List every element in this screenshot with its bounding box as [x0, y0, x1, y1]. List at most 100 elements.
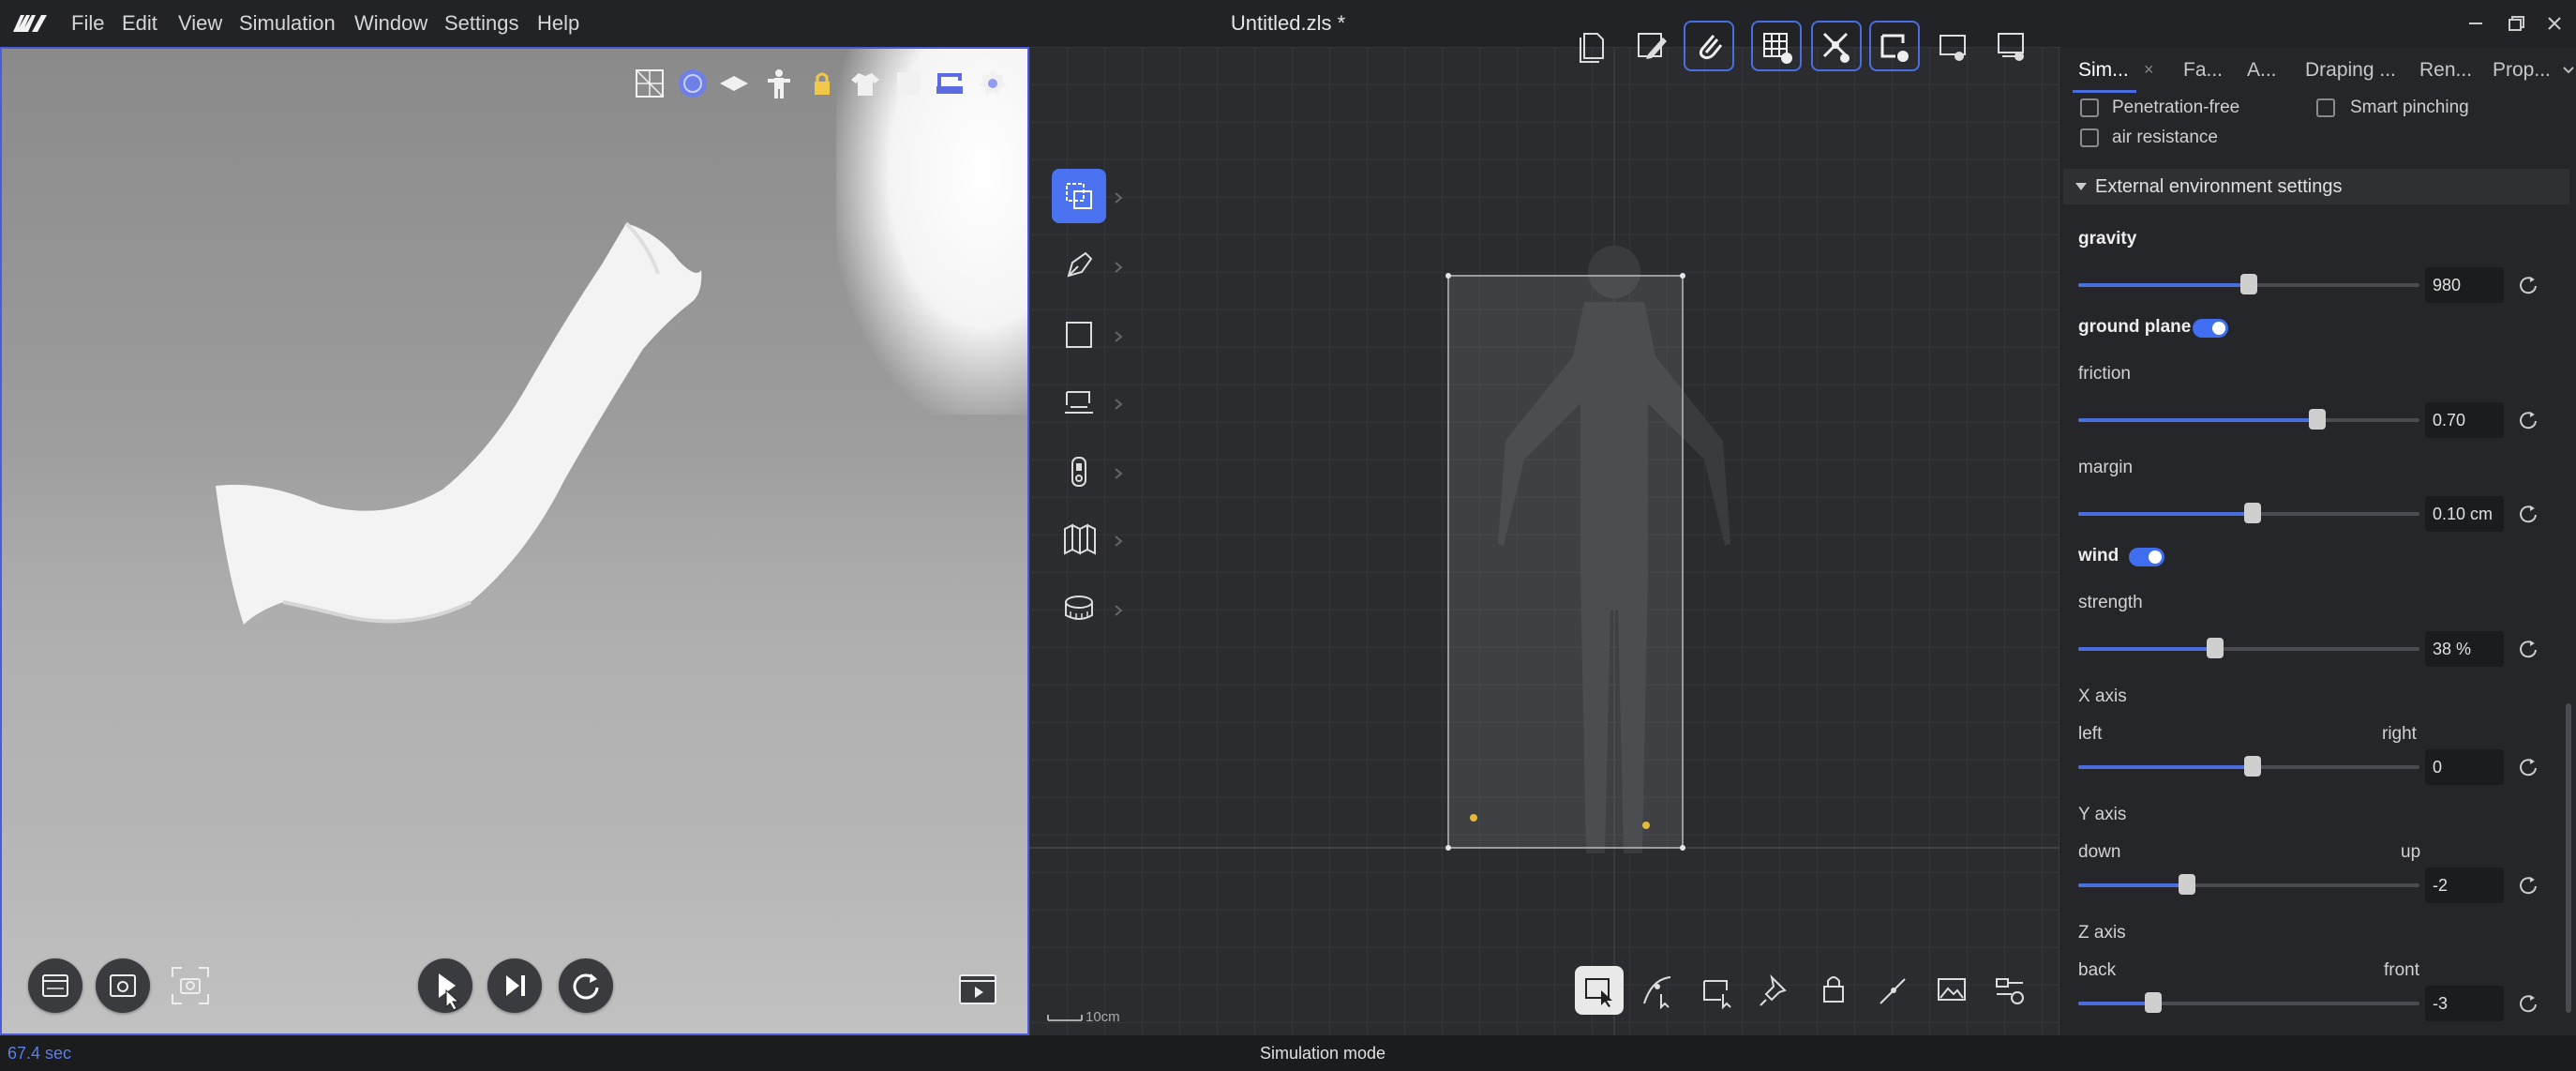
sewing-icon[interactable] [1052, 375, 1106, 430]
pattern-piece [1447, 275, 1684, 849]
app-logo-icon [11, 11, 49, 36]
maximize-icon[interactable] [2505, 11, 2529, 36]
z-axis-label: Z axis [2078, 923, 2126, 943]
sphere-icon[interactable] [677, 68, 709, 99]
reset-icon[interactable] [2517, 503, 2539, 525]
reset-icon[interactable] [2517, 274, 2539, 296]
y-axis-left-label: down [2078, 842, 2121, 862]
tab-simulation[interactable]: Sim... [2078, 47, 2129, 94]
reset-icon[interactable] [2517, 874, 2539, 897]
sewing-machine-icon[interactable] [934, 68, 966, 99]
grid-view-icon[interactable] [1751, 21, 1802, 71]
reset-icon[interactable] [2517, 638, 2539, 660]
edit-pattern-icon[interactable] [1625, 21, 1676, 71]
y-axis-slider[interactable] [2078, 874, 2419, 895]
avatar-icon[interactable] [763, 68, 795, 99]
3d-viewport[interactable] [0, 47, 1029, 1035]
menu-help[interactable]: Help [537, 0, 579, 47]
menu-edit[interactable]: Edit [122, 0, 157, 47]
scale-label: 10cm [1086, 1009, 1120, 1025]
close-icon[interactable] [2542, 11, 2567, 36]
smart-pinching-checkbox[interactable] [2316, 98, 2335, 117]
x-axis-slider[interactable] [2078, 756, 2419, 777]
y-axis-value[interactable]: -2 [2425, 867, 2504, 903]
lock-pattern-icon[interactable] [1811, 966, 1860, 1015]
zipper-icon[interactable] [1052, 445, 1106, 499]
play-button[interactable] [418, 958, 472, 1013]
strength-value[interactable]: 38 % [2425, 631, 2504, 667]
page-icon[interactable] [1567, 21, 1618, 71]
tab-overflow-icon[interactable] [2562, 64, 2575, 77]
select-icon[interactable] [1575, 966, 1624, 1015]
mesh-icon[interactable] [634, 68, 666, 99]
measure-icon[interactable] [1052, 581, 1106, 636]
tab-close-icon[interactable]: × [2144, 60, 2154, 80]
sew-icon[interactable] [1693, 966, 1742, 1015]
chevron-right-icon [1114, 467, 1123, 480]
z-axis-slider[interactable] [2078, 992, 2419, 1013]
garment-icon[interactable] [849, 68, 881, 99]
section-header[interactable]: External environment settings [2063, 169, 2569, 204]
rectangle-icon[interactable] [1052, 308, 1106, 362]
line-icon[interactable] [1869, 966, 1918, 1015]
property-panel: Sim... × Fa... A... Draping ... Ren... P… [2059, 47, 2576, 1035]
menu-simulation[interactable]: Simulation [239, 0, 336, 47]
x-axis-label: X axis [2078, 686, 2127, 706]
panel-scrollbar[interactable] [2566, 703, 2571, 1013]
sewing-view-icon[interactable] [1869, 21, 1920, 71]
simulated-cloth[interactable] [2, 49, 1027, 1033]
margin-slider[interactable] [2078, 503, 2419, 523]
reset-icon[interactable] [2517, 992, 2539, 1015]
menu-file[interactable]: File [71, 0, 104, 47]
video-icon[interactable] [952, 962, 1007, 1017]
lock-icon[interactable] [806, 68, 838, 99]
attach-icon[interactable] [1684, 21, 1734, 71]
layer-icon[interactable] [718, 68, 750, 99]
tab-properties[interactable]: Prop... [2493, 47, 2551, 94]
avatar-view-icon[interactable] [1985, 21, 2036, 71]
pattern-view-icon[interactable] [1927, 21, 1978, 71]
tab-fabric[interactable]: Fa... [2183, 47, 2223, 94]
fold-icon[interactable] [1052, 512, 1106, 566]
gravity-slider[interactable] [2078, 274, 2419, 294]
reset-icon[interactable] [559, 958, 613, 1013]
screenshot-icon[interactable] [163, 958, 217, 1013]
wind-toggle[interactable] [2129, 548, 2164, 566]
penetration-free-checkbox[interactable] [2080, 98, 2099, 117]
friction-value[interactable]: 0.70 [2425, 402, 2504, 438]
ground-plane-toggle[interactable] [2193, 319, 2228, 338]
tab-render[interactable]: Ren... [2419, 47, 2472, 94]
reset-icon[interactable] [2517, 756, 2539, 778]
minimize-icon[interactable] [2464, 11, 2488, 36]
tab-avatar[interactable]: A... [2247, 47, 2277, 94]
reset-icon[interactable] [2517, 409, 2539, 431]
menu-window[interactable]: Window [354, 0, 427, 47]
needle-view-icon[interactable] [1811, 21, 1862, 71]
curve-icon[interactable] [1633, 966, 1682, 1015]
render-icon[interactable] [28, 958, 82, 1013]
image-icon[interactable] [1927, 966, 1976, 1015]
gravity-value[interactable]: 980 [2425, 267, 2504, 303]
margin-value[interactable]: 0.10 cm [2425, 496, 2504, 532]
strength-slider[interactable] [2078, 638, 2419, 658]
menu-view[interactable]: View [178, 0, 222, 47]
transform-icon[interactable] [1052, 169, 1106, 223]
box-icon[interactable] [892, 68, 924, 99]
z-axis-value[interactable]: -3 [2425, 986, 2504, 1021]
pen-icon[interactable] [1052, 238, 1106, 293]
tab-draping[interactable]: Draping ... [2305, 47, 2396, 94]
2d-pattern-window[interactable] [1029, 47, 2059, 1035]
step-icon[interactable] [487, 958, 542, 1013]
pin-icon[interactable] [1751, 966, 1800, 1015]
friction-slider[interactable] [2078, 409, 2419, 430]
badge-icon[interactable] [977, 68, 1009, 99]
x-axis-value[interactable]: 0 [2425, 749, 2504, 785]
air-resistance-label: air resistance [2112, 128, 2218, 147]
pattern-canvas[interactable] [1029, 47, 2059, 1035]
preview-icon[interactable] [96, 958, 150, 1013]
wind-label: wind [2078, 546, 2119, 566]
settings-icon[interactable] [1985, 966, 2034, 1015]
status-bar: 67.4 sec Simulation mode [0, 1035, 2576, 1071]
menu-settings[interactable]: Settings [444, 0, 519, 47]
air-resistance-checkbox[interactable] [2080, 128, 2099, 147]
